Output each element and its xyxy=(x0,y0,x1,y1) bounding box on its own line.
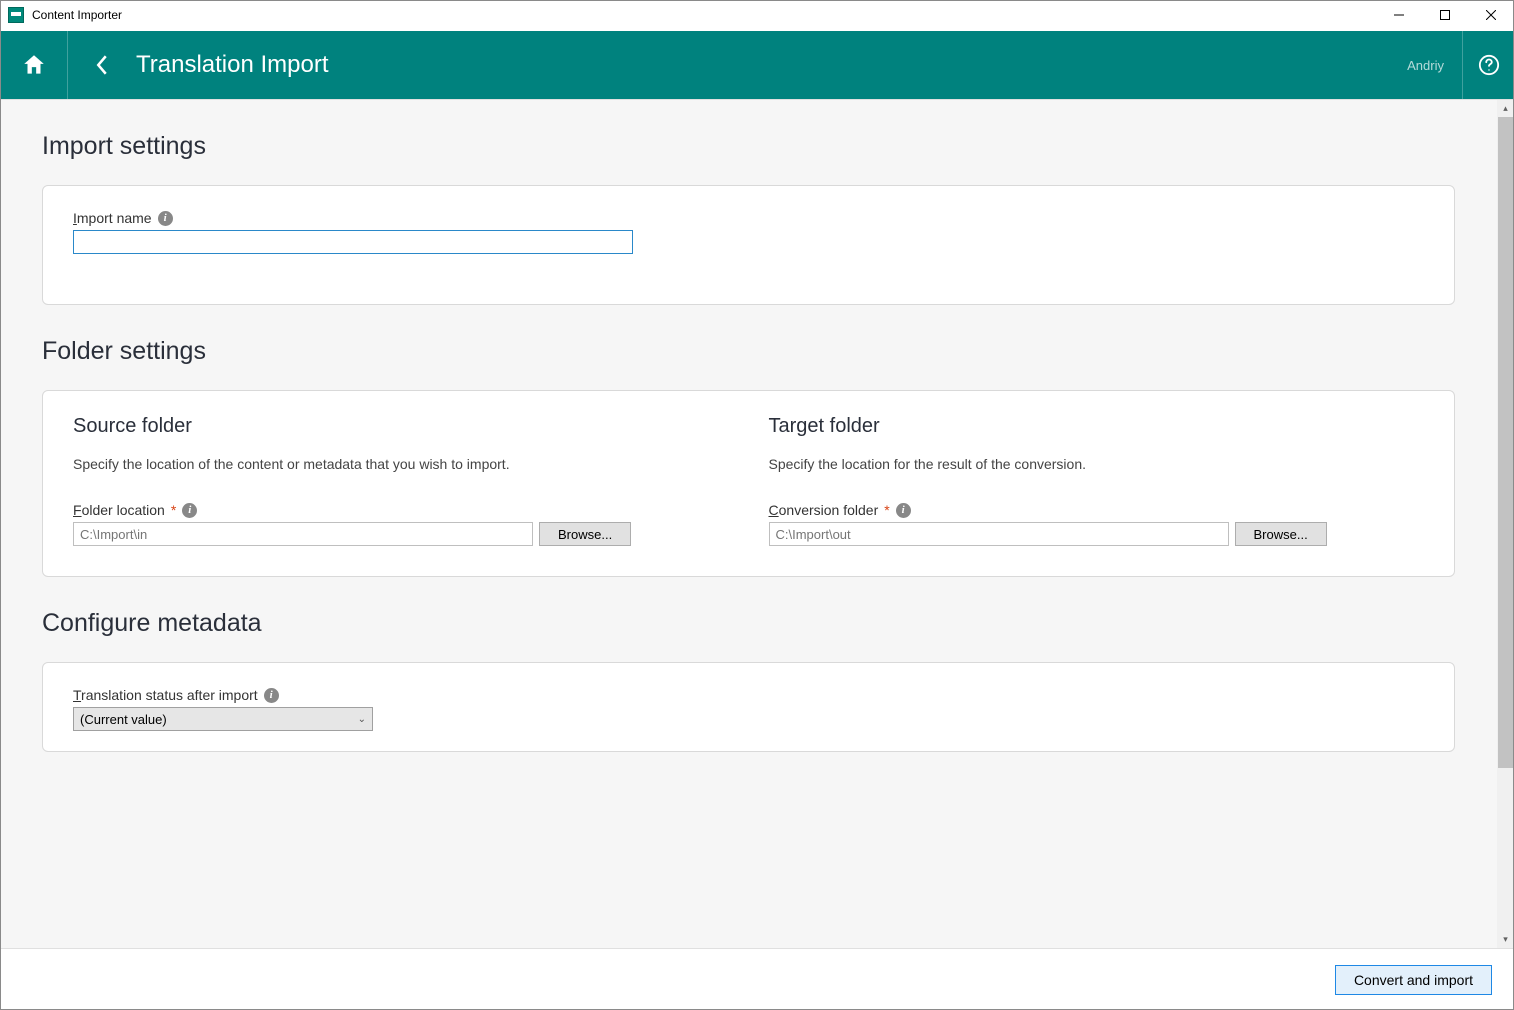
window-title: Content Importer xyxy=(32,8,1376,22)
content-area: Import settings Import name i Folder set… xyxy=(0,99,1514,948)
help-button[interactable] xyxy=(1462,31,1514,99)
source-folder-input[interactable] xyxy=(73,522,533,546)
translation-status-select[interactable]: (Current value) ⌄ xyxy=(73,707,373,731)
titlebar: Content Importer xyxy=(0,0,1514,31)
target-folder-col: Target folder Specify the location for t… xyxy=(769,415,1425,546)
source-folder-title: Source folder xyxy=(73,415,729,438)
scroll-thumb[interactable] xyxy=(1498,117,1513,768)
folder-settings-panel: Source folder Specify the location of th… xyxy=(42,390,1455,577)
import-settings-title: Import settings xyxy=(42,132,1455,161)
footer: Convert and import xyxy=(0,948,1514,1010)
section-configure-metadata: Configure metadata Translation status af… xyxy=(0,577,1497,752)
maximize-button[interactable] xyxy=(1422,0,1468,31)
source-folder-desc: Specify the location of the content or m… xyxy=(73,456,729,472)
back-button[interactable] xyxy=(68,31,136,99)
target-browse-button[interactable]: Browse... xyxy=(1235,522,1327,546)
home-button[interactable] xyxy=(0,31,68,99)
info-icon[interactable]: i xyxy=(896,503,911,518)
scroll-down-arrow[interactable]: ▾ xyxy=(1497,931,1514,948)
conversion-folder-input[interactable] xyxy=(769,522,1229,546)
page-title: Translation Import xyxy=(136,31,1389,99)
target-folder-desc: Specify the location for the result of t… xyxy=(769,456,1425,472)
convert-and-import-button[interactable]: Convert and import xyxy=(1335,965,1492,995)
vertical-scrollbar[interactable]: ▴ ▾ xyxy=(1497,100,1514,948)
home-icon xyxy=(21,52,47,78)
minimize-button[interactable] xyxy=(1376,0,1422,31)
source-folder-col: Source folder Specify the location of th… xyxy=(73,415,729,546)
scroll-up-arrow[interactable]: ▴ xyxy=(1497,100,1514,117)
source-browse-button[interactable]: Browse... xyxy=(539,522,631,546)
chevron-left-icon xyxy=(95,55,109,75)
section-folder-settings: Folder settings Source folder Specify th… xyxy=(0,305,1497,577)
window-controls xyxy=(1376,0,1514,31)
info-icon[interactable]: i xyxy=(182,503,197,518)
configure-metadata-panel: Translation status after import i (Curre… xyxy=(42,662,1455,752)
content-scroll: Import settings Import name i Folder set… xyxy=(0,100,1497,948)
chevron-down-icon: ⌄ xyxy=(358,714,366,725)
translation-status-value: (Current value) xyxy=(80,712,167,727)
scroll-track[interactable] xyxy=(1497,117,1514,931)
info-icon[interactable]: i xyxy=(158,211,173,226)
user-label[interactable]: Andriy xyxy=(1389,31,1462,99)
import-name-label: Import name i xyxy=(73,210,1424,226)
close-button[interactable] xyxy=(1468,0,1514,31)
help-icon xyxy=(1478,54,1500,76)
source-folder-label: Folder location * i xyxy=(73,502,729,518)
info-icon[interactable]: i xyxy=(264,688,279,703)
target-folder-title: Target folder xyxy=(769,415,1425,438)
app-icon xyxy=(8,7,24,23)
required-asterisk: * xyxy=(171,502,176,518)
header-bar: Translation Import Andriy xyxy=(0,31,1514,99)
import-name-label-rest: mport name xyxy=(77,210,152,226)
conversion-folder-label: Conversion folder * i xyxy=(769,502,1425,518)
section-import-settings: Import settings Import name i xyxy=(0,100,1497,305)
translation-status-label: Translation status after import i xyxy=(73,687,1424,703)
import-name-input[interactable] xyxy=(73,230,633,254)
import-settings-panel: Import name i xyxy=(42,185,1455,305)
folder-settings-title: Folder settings xyxy=(42,337,1455,366)
configure-metadata-title: Configure metadata xyxy=(42,609,1455,638)
required-asterisk: * xyxy=(884,502,889,518)
